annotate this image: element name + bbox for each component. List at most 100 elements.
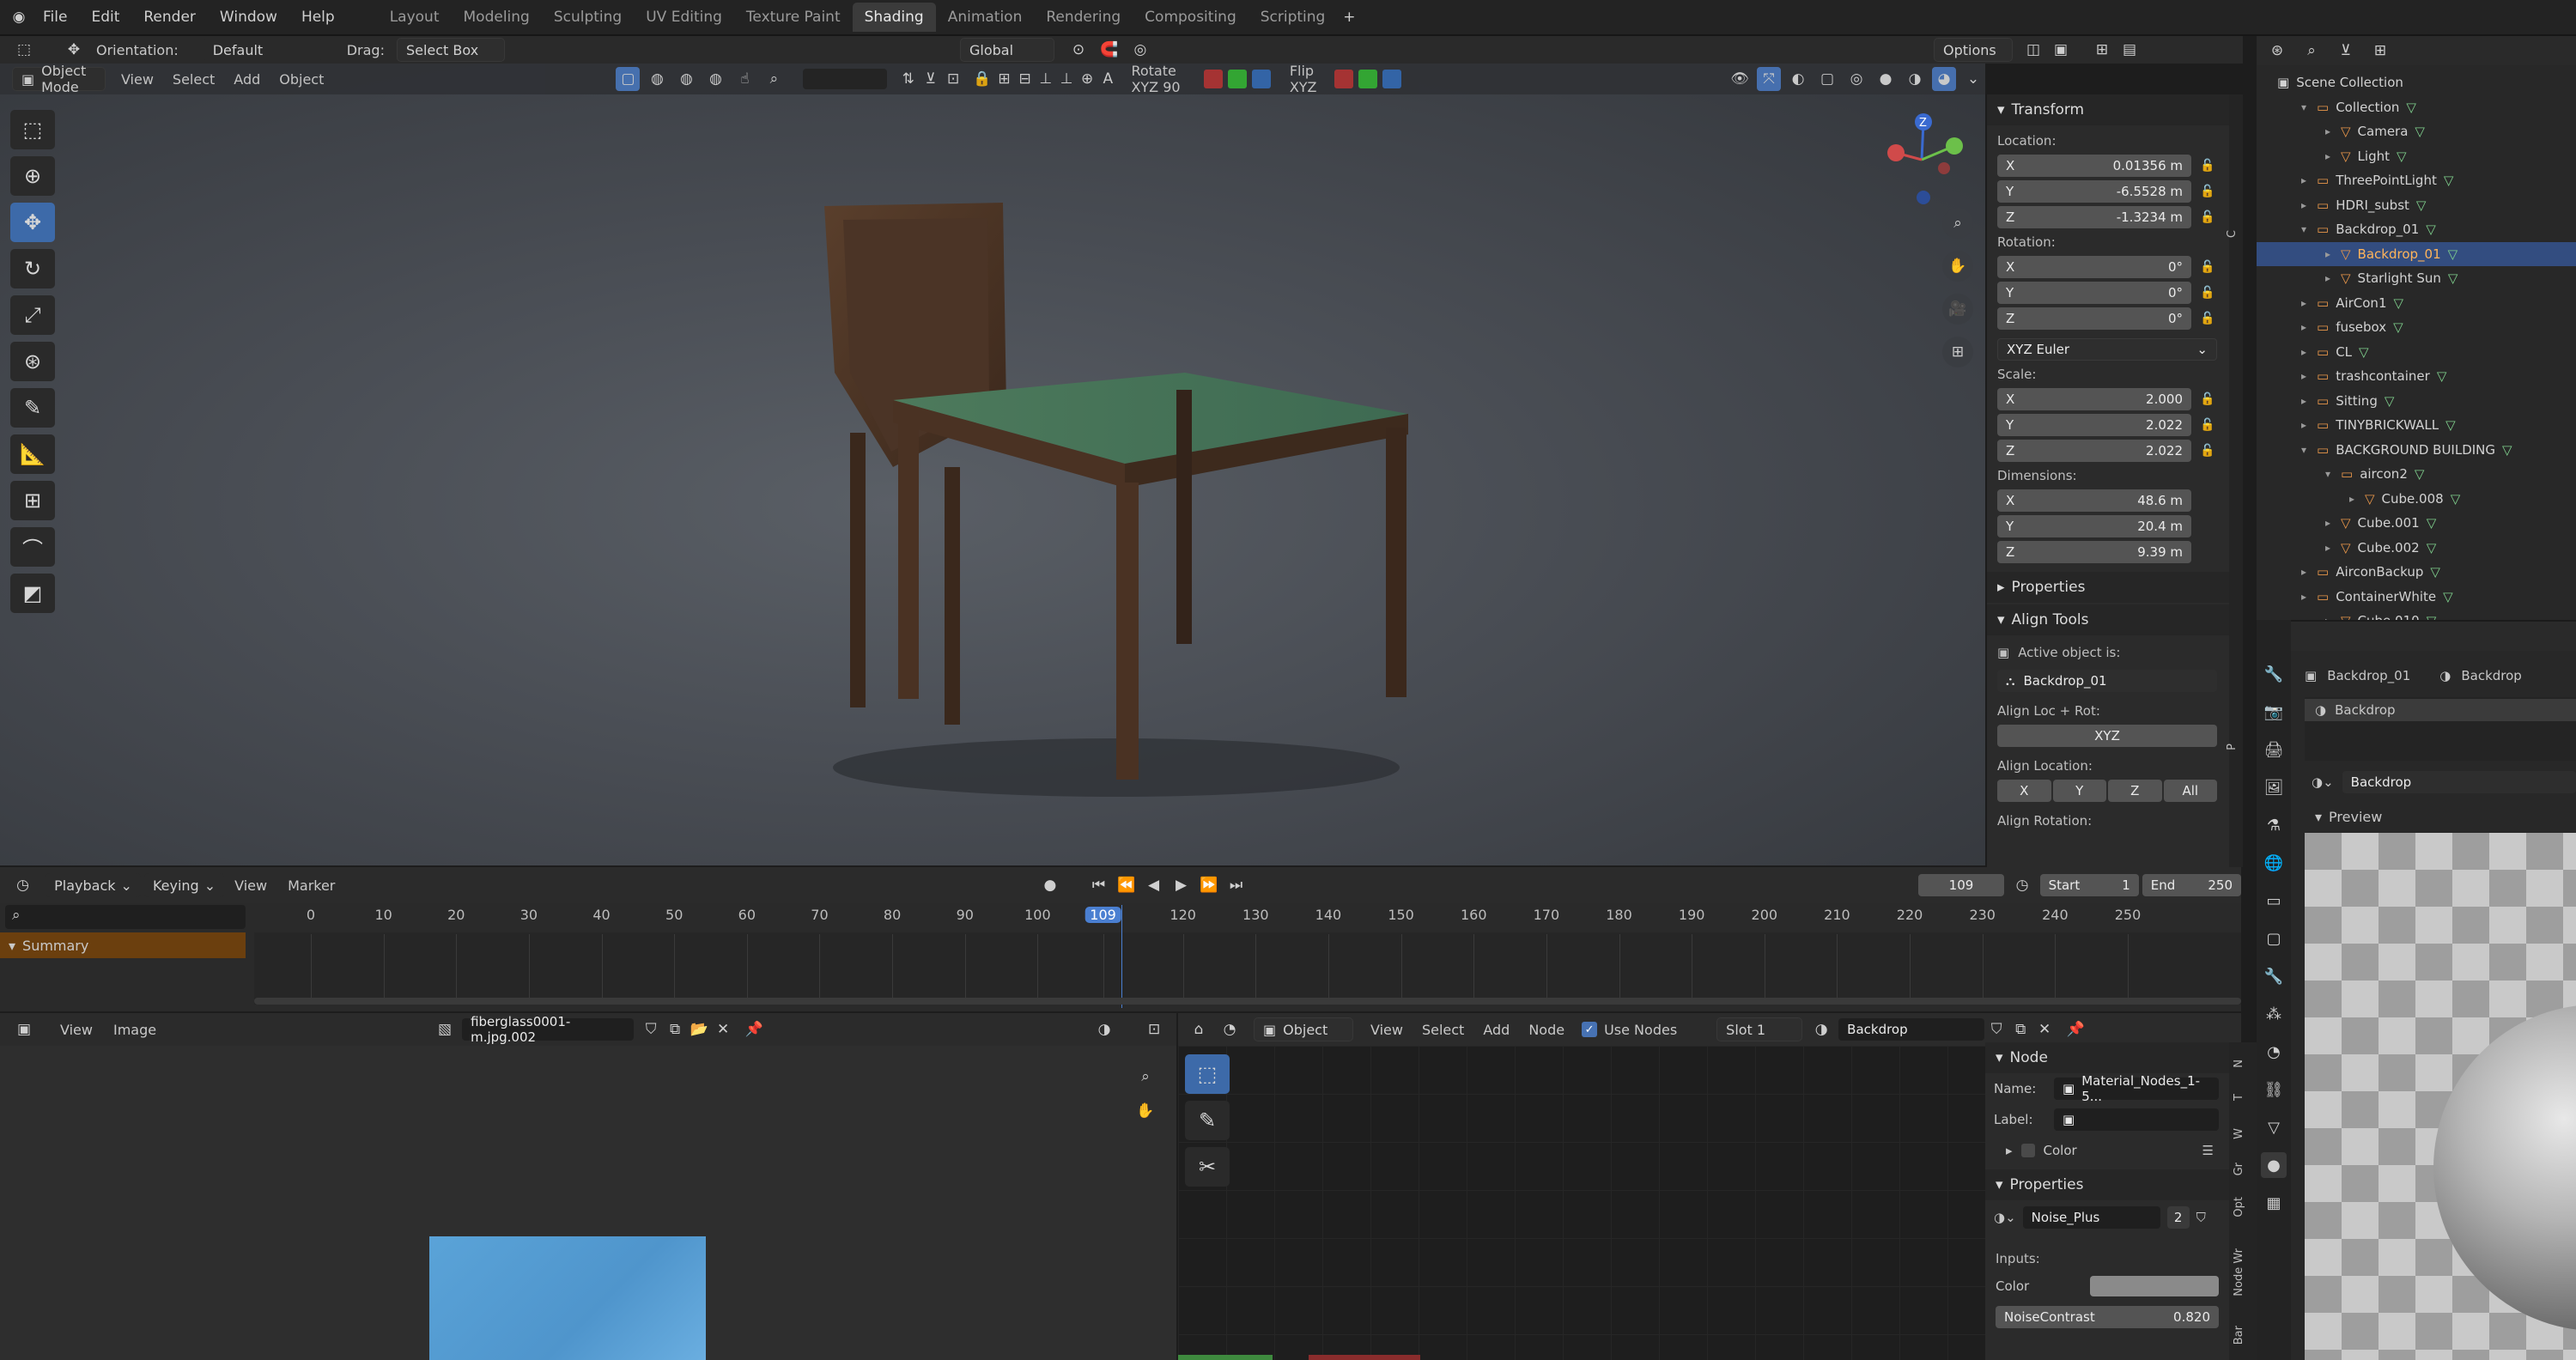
current-frame-field[interactable]: 109 [1917, 874, 2005, 896]
texture-tab-icon[interactable]: ▦ [2261, 1190, 2287, 1216]
timeline-search-input[interactable]: ⌕ [5, 905, 246, 929]
outliner-row[interactable]: ▸ ▽ Cube.001 ▽ [2257, 511, 2576, 536]
end-frame-field[interactable]: End 250 [2142, 874, 2241, 896]
frame-tick[interactable]: 200 [1752, 907, 1778, 923]
outliner-row[interactable]: ▸ ▭ CL ▽ [2257, 340, 2576, 365]
align-icon[interactable]: A [1100, 67, 1115, 91]
expand-icon[interactable]: ▸ [2301, 297, 2317, 309]
expand-icon[interactable]: ▸ [2301, 370, 2317, 382]
outliner-row[interactable]: ▸ ▭ ContainerWhite ▽ [2257, 585, 2576, 610]
frame-tick[interactable]: 10 [374, 907, 392, 923]
add-workspace-icon[interactable]: + [1337, 5, 1361, 29]
summary-channel[interactable]: ▾ Summary [0, 932, 246, 958]
visibility-icon[interactable]: 👁 [1728, 67, 1752, 91]
search-input[interactable] [803, 69, 887, 89]
frame-tick[interactable]: 70 [811, 907, 828, 923]
align-y-button[interactable]: Y [2052, 780, 2106, 802]
location-z-field[interactable]: Z -1.3234 m [1997, 206, 2191, 228]
align-icon[interactable]: ⊥ [1038, 67, 1054, 91]
frame-tick[interactable]: 100 [1024, 907, 1051, 923]
frame-tick[interactable]: 180 [1606, 907, 1632, 923]
frame-tick[interactable]: 130 [1242, 907, 1269, 923]
frame-tick[interactable]: 220 [1897, 907, 1923, 923]
frame-tick[interactable]: 250 [2115, 907, 2142, 923]
dimensions-z-field[interactable]: Z 9.39 m [1997, 541, 2191, 563]
dimensions-y-field[interactable]: Y 20.4 m [1997, 515, 2191, 537]
align-z-button[interactable]: Z [2108, 780, 2162, 802]
material-tab-icon[interactable]: ● [2261, 1152, 2287, 1178]
lock-icon[interactable]: 🔓 [2200, 418, 2217, 432]
node-group-field[interactable]: Noise_Plus [2022, 1206, 2160, 1229]
camera-icon[interactable]: 🎥 [1942, 294, 1973, 325]
scale-x-field[interactable]: X 2.000 [1997, 388, 2191, 410]
rotate-y-button[interactable] [1227, 70, 1247, 88]
menu-help[interactable]: Help [289, 0, 347, 35]
frame-tick[interactable]: 140 [1315, 907, 1342, 923]
expand-icon[interactable]: ▸ [2301, 199, 2317, 211]
outliner-row[interactable]: ▸ ▭ AirCon1 ▽ [2257, 291, 2576, 316]
tool-tab-icon[interactable]: 🔧 [2261, 661, 2287, 687]
scene-collection-row[interactable]: ▣ Scene Collection [2257, 70, 2576, 95]
frame-tick[interactable]: 120 [1170, 907, 1196, 923]
render-icon[interactable]: ◫ [2021, 38, 2045, 62]
expand-icon[interactable]: ▸ [2301, 346, 2317, 358]
node-side-tab-node-wr[interactable]: Node Wr [2233, 1248, 2253, 1296]
menu-edit[interactable]: Edit [79, 0, 131, 35]
image-view-menu[interactable]: View [60, 1022, 93, 1038]
scene-tab-icon[interactable]: ⚗ [2261, 812, 2287, 838]
xray-icon[interactable]: ▢ [1815, 67, 1839, 91]
align-icon[interactable]: ⊕ [1079, 67, 1095, 91]
display-channels-icon[interactable]: ◑ [1092, 1017, 1116, 1041]
view-layer-tab-icon[interactable]: 🖼 [2261, 774, 2287, 800]
zoom-icon[interactable]: ⌕ [1942, 208, 1973, 239]
grid-icon[interactable]: ⊟ [1018, 67, 1033, 91]
start-frame-field[interactable]: Start 1 [2039, 874, 2139, 896]
grid-view-icon[interactable]: ⊞ [1942, 337, 1973, 367]
rotation-mode-dropdown[interactable]: XYZ Euler ⌄ [1997, 338, 2217, 361]
node-tree-icon[interactable]: ◑⌄ [1994, 1210, 2016, 1225]
node-side-tab-t[interactable]: T [2233, 1094, 2253, 1101]
image-menu[interactable]: Image [113, 1022, 156, 1038]
constraints-tab-icon[interactable]: ⛓ [2261, 1077, 2287, 1102]
open-image-icon[interactable]: 📂 [687, 1017, 711, 1041]
outliner-row[interactable]: ▾ ▭ BACKGROUND BUILDING ▽ [2257, 438, 2576, 463]
move-tool-icon[interactable]: ✥ [10, 203, 55, 242]
new-collection-icon[interactable]: ⊞ [2368, 39, 2392, 63]
material-slots-list[interactable]: ◑ Backdrop [2305, 697, 2576, 761]
wireframe-icon[interactable]: ◎ [1844, 67, 1868, 91]
snap-icon[interactable]: 🧲 [1097, 38, 1121, 62]
sphere-icon[interactable]: ◍ [674, 67, 698, 91]
outliner-row[interactable]: ▸ ▽ Camera ▽ [2257, 119, 2576, 144]
node-add-menu[interactable]: Add [1483, 1022, 1510, 1038]
render-tab-icon[interactable]: 📷 [2261, 699, 2287, 725]
dopesheet-area[interactable] [254, 932, 2241, 1005]
pan-hand-icon[interactable]: ✋ [1942, 251, 1973, 282]
filter-icon[interactable]: ⊻ [923, 67, 939, 91]
tab-uv-editing[interactable]: UV Editing [634, 3, 734, 32]
new-image-icon[interactable]: ⧉ [663, 1017, 687, 1041]
transform-icon[interactable]: ⊡ [945, 67, 961, 91]
record-icon[interactable]: ● [1039, 873, 1060, 897]
add-cube-tool-icon[interactable]: ⊞ [10, 481, 55, 520]
menu-render[interactable]: Render [131, 0, 208, 35]
frame-tick[interactable]: 50 [665, 907, 683, 923]
collapse-icon[interactable]: ▾ [2301, 223, 2317, 235]
tab-animation[interactable]: Animation [936, 3, 1035, 32]
expand-icon[interactable]: ▸ [2301, 321, 2317, 333]
frame-tick[interactable]: 150 [1388, 907, 1414, 923]
next-keyframe-icon[interactable]: ⏩ [1197, 873, 1221, 897]
pivot-icon[interactable]: ⊙ [1066, 38, 1091, 62]
rotate-x-button[interactable] [1203, 70, 1223, 88]
grid-icon[interactable]: ⊞ [996, 67, 1012, 91]
select-mode-icon[interactable]: ▢ [616, 67, 641, 91]
menu-window[interactable]: Window [208, 0, 289, 35]
image-name-field[interactable]: fiberglass0001-m.jpg.002 [462, 1014, 635, 1045]
rotate-z-button[interactable] [1251, 70, 1271, 88]
dimensions-x-field[interactable]: X 48.6 m [1997, 489, 2191, 512]
sphere-icon[interactable]: ◍ [645, 67, 669, 91]
flip-y-button[interactable] [1358, 70, 1378, 88]
drag-dropdown[interactable]: Select Box [396, 38, 505, 62]
menu-object[interactable]: Object [279, 71, 324, 88]
tab-texture-paint[interactable]: Texture Paint [734, 3, 853, 32]
fake-user-icon[interactable]: ⛉ [639, 1017, 663, 1041]
